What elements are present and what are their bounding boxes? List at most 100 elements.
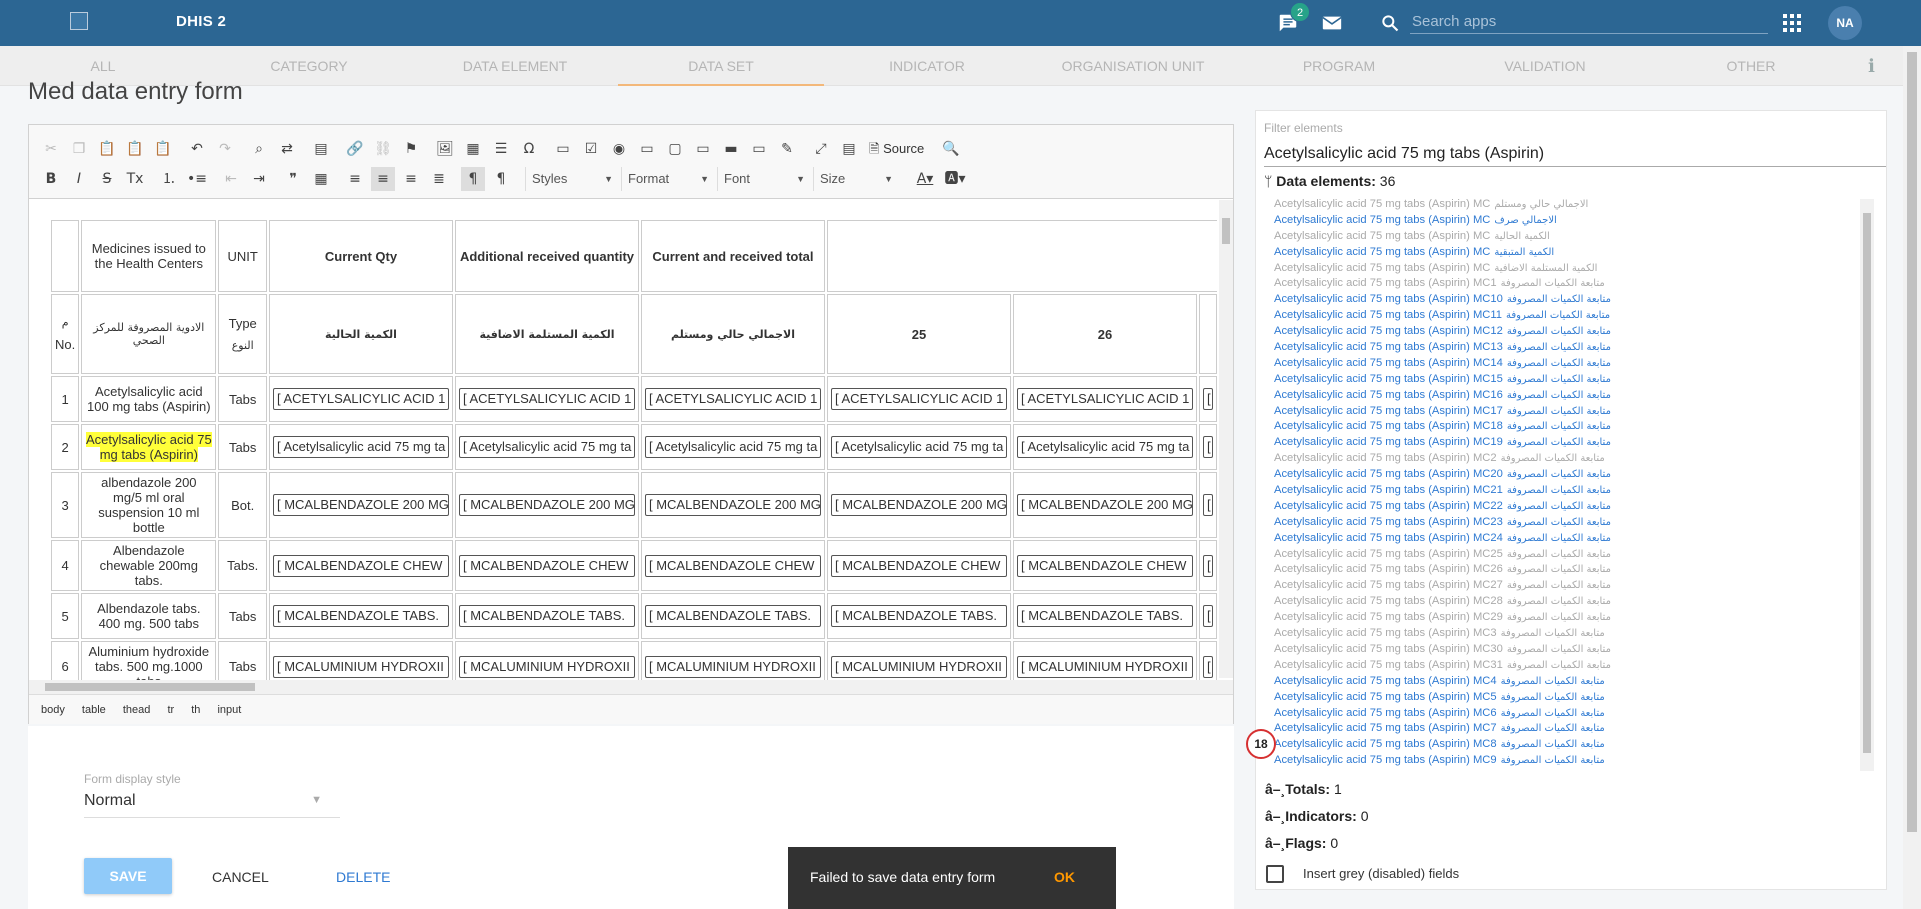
entry-field-26[interactable]: [ MCALBENDAZOLE CHEW xyxy=(1016,554,1193,577)
entry-field-current[interactable]: [ MCALBENDAZOLE CHEW xyxy=(272,554,449,577)
path-tr[interactable]: tr xyxy=(167,704,174,716)
entry-field-25[interactable]: [ MCALBENDAZOLE TABS. xyxy=(830,605,1007,627)
justify-icon[interactable]: ≣ xyxy=(427,167,451,191)
tab-indicator[interactable]: INDICATOR xyxy=(824,46,1030,86)
image-button-icon[interactable]: ▭ xyxy=(747,137,771,161)
user-avatar[interactable]: NA xyxy=(1828,6,1862,40)
data-element-item[interactable]: Acetylsalicylic acid 75 mg tabs (Aspirin… xyxy=(1266,261,1858,277)
hidden-field-icon[interactable]: ✎ xyxy=(775,137,799,161)
data-element-item[interactable]: Acetylsalicylic acid 75 mg tabs (Aspirin… xyxy=(1266,690,1858,706)
show-blocks-icon[interactable]: ▤ xyxy=(837,137,861,161)
entry-field-26[interactable]: [ MCALBENDAZOLE TABS. xyxy=(1016,605,1193,627)
format-dropdown[interactable]: Format ▼ xyxy=(621,167,713,191)
entry-field-current[interactable]: [ MCALBENDAZOLE 200 MG xyxy=(272,494,449,516)
entry-field-additional[interactable]: [ MCALUMINIUM HYDROXII xyxy=(458,655,635,678)
checkbox-icon[interactable]: ☑ xyxy=(579,137,603,161)
data-element-item[interactable]: Acetylsalicylic acid 75 mg tabs (Aspirin… xyxy=(1266,721,1858,737)
editor-content[interactable]: Medicines issued to the Health Centers U… xyxy=(29,200,1219,680)
data-element-item[interactable]: Acetylsalicylic acid 75 mg tabs (Aspirin… xyxy=(1266,594,1858,610)
paste-word-icon[interactable]: 📋 xyxy=(151,137,175,161)
align-left-icon[interactable]: ≡ xyxy=(343,167,367,191)
source-button[interactable]: 🗎 Source xyxy=(869,137,924,161)
bold-icon[interactable]: B xyxy=(39,167,63,191)
data-element-item[interactable]: Acetylsalicylic acid 75 mg tabs (Aspirin… xyxy=(1266,562,1858,578)
tab-organisation-unit[interactable]: ORGANISATION UNIT xyxy=(1030,46,1236,86)
font-dropdown[interactable]: Font ▼ xyxy=(717,167,809,191)
data-element-item[interactable]: Acetylsalicylic acid 75 mg tabs (Aspirin… xyxy=(1266,324,1858,340)
tab-other[interactable]: OTHER xyxy=(1648,46,1854,86)
apps-grid-icon[interactable] xyxy=(1780,11,1804,35)
unlink-icon[interactable]: ⛓ xyxy=(371,137,395,161)
path-table[interactable]: table xyxy=(82,704,106,716)
save-button[interactable]: SAVE xyxy=(84,858,172,894)
ltr-icon[interactable]: ¶ xyxy=(461,167,485,191)
insert-grey-checkbox[interactable] xyxy=(1266,865,1284,883)
data-element-item[interactable]: Acetylsalicylic acid 75 mg tabs (Aspirin… xyxy=(1266,499,1858,515)
entry-field-25[interactable]: [ MCALBENDAZOLE CHEW xyxy=(830,554,1007,577)
data-element-item[interactable]: Acetylsalicylic acid 75 mg tabs (Aspirin… xyxy=(1266,737,1858,753)
data-element-item[interactable]: Acetylsalicylic acid 75 mg tabs (Aspirin… xyxy=(1266,245,1858,261)
scrollbar-thumb[interactable] xyxy=(1222,218,1230,244)
data-element-item[interactable]: Acetylsalicylic acid 75 mg tabs (Aspirin… xyxy=(1266,276,1858,292)
entry-field-additional[interactable]: [ MCALBENDAZOLE TABS. xyxy=(458,605,635,627)
data-element-item[interactable]: Acetylsalicylic acid 75 mg tabs (Aspirin… xyxy=(1266,308,1858,324)
search-apps-input[interactable] xyxy=(1410,10,1768,34)
entry-field-27[interactable]: [ xyxy=(1202,436,1213,458)
indicators-section[interactable]: â–¸Indicators: 0 xyxy=(1265,808,1369,824)
strikethrough-icon[interactable]: S xyxy=(95,167,119,191)
cut-icon[interactable]: ✂ xyxy=(39,137,63,161)
entry-field-additional[interactable]: [ MCALBENDAZOLE CHEW xyxy=(458,554,635,577)
snackbar-ok-button[interactable]: OK xyxy=(1054,869,1075,885)
replace-icon[interactable]: ⇄ xyxy=(275,137,299,161)
special-char-icon[interactable]: Ω xyxy=(517,137,541,161)
data-element-item[interactable]: Acetylsalicylic acid 75 mg tabs (Aspirin… xyxy=(1266,658,1858,674)
maximize-icon[interactable]: ⤢ xyxy=(809,137,833,161)
data-element-item[interactable]: Acetylsalicylic acid 75 mg tabs (Aspirin… xyxy=(1266,483,1858,499)
data-elements-header[interactable]: ᛘ Data elements: 36 xyxy=(1264,173,1395,189)
data-element-item[interactable]: Acetylsalicylic acid 75 mg tabs (Aspirin… xyxy=(1266,578,1858,594)
redo-icon[interactable]: ↷ xyxy=(213,137,237,161)
cancel-button[interactable]: CANCEL xyxy=(206,858,275,894)
entry-field-total[interactable]: [ MCALBENDAZOLE 200 MG xyxy=(644,494,821,516)
data-element-item[interactable]: Acetylsalicylic acid 75 mg tabs (Aspirin… xyxy=(1266,388,1858,404)
entry-field-27[interactable]: [ xyxy=(1202,554,1213,577)
filter-elements-input[interactable] xyxy=(1264,141,1886,167)
entry-field-25[interactable]: [ ACETYLSALICYLIC ACID 1 xyxy=(830,388,1007,410)
paste-text-icon[interactable]: 📋 xyxy=(123,137,147,161)
bulleted-list-icon[interactable]: •≡ xyxy=(185,167,209,191)
outdent-icon[interactable]: ⇤ xyxy=(219,167,243,191)
app-title[interactable]: DHIS 2 xyxy=(176,13,226,30)
entry-field-additional[interactable]: [ MCALBENDAZOLE 200 MG xyxy=(458,494,635,516)
data-element-item[interactable]: Acetylsalicylic acid 75 mg tabs (Aspirin… xyxy=(1266,531,1858,547)
text-field-icon[interactable]: ▭ xyxy=(635,137,659,161)
entry-field-total[interactable]: [ MCALBENDAZOLE CHEW xyxy=(644,554,821,577)
data-element-item[interactable]: Acetylsalicylic acid 75 mg tabs (Aspirin… xyxy=(1266,292,1858,308)
form-display-style-select[interactable]: Normal ▼ xyxy=(84,792,340,818)
data-element-item[interactable]: Acetylsalicylic acid 75 mg tabs (Aspirin… xyxy=(1266,372,1858,388)
totals-section[interactable]: â–¸Totals: 1 xyxy=(1265,781,1342,797)
entry-field-27[interactable]: [ xyxy=(1202,605,1213,627)
editor-vertical-scrollbar[interactable] xyxy=(1219,200,1233,678)
blockquote-icon[interactable]: ❞ xyxy=(281,167,305,191)
form-icon[interactable]: ▭ xyxy=(551,137,575,161)
button-field-icon[interactable]: ▬ xyxy=(719,137,743,161)
data-element-item[interactable]: Acetylsalicylic acid 75 mg tabs (Aspirin… xyxy=(1266,404,1858,420)
entry-field-current[interactable]: [ MCALUMINIUM HYDROXII xyxy=(272,655,449,678)
entry-field-26[interactable]: [ ACETYLSALICYLIC ACID 1 xyxy=(1016,388,1193,410)
data-element-item[interactable]: Acetylsalicylic acid 75 mg tabs (Aspirin… xyxy=(1266,197,1858,213)
remove-format-icon[interactable]: Tx xyxy=(123,167,147,191)
path-input[interactable]: input xyxy=(217,704,241,716)
data-element-item[interactable]: Acetylsalicylic acid 75 mg tabs (Aspirin… xyxy=(1266,213,1858,229)
data-element-item[interactable]: Acetylsalicylic acid 75 mg tabs (Aspirin… xyxy=(1266,340,1858,356)
data-element-item[interactable]: Acetylsalicylic acid 75 mg tabs (Aspirin… xyxy=(1266,626,1858,642)
list-scrollbar[interactable] xyxy=(1860,199,1874,771)
entry-field-25[interactable]: [ MCALBENDAZOLE 200 MG xyxy=(830,494,1007,516)
data-element-item[interactable]: Acetylsalicylic acid 75 mg tabs (Aspirin… xyxy=(1266,610,1858,626)
data-element-item[interactable]: Acetylsalicylic acid 75 mg tabs (Aspirin… xyxy=(1266,229,1858,245)
text-color-icon[interactable]: A▾ xyxy=(913,167,937,191)
image-icon[interactable]: 🖼 xyxy=(433,137,457,161)
editor-horizontal-scrollbar[interactable] xyxy=(29,680,1233,694)
data-element-item[interactable]: Acetylsalicylic acid 75 mg tabs (Aspirin… xyxy=(1266,753,1858,767)
entry-field-25[interactable]: [ MCALUMINIUM HYDROXII xyxy=(830,655,1007,678)
page-scrollbar-thumb[interactable] xyxy=(1907,52,1917,832)
